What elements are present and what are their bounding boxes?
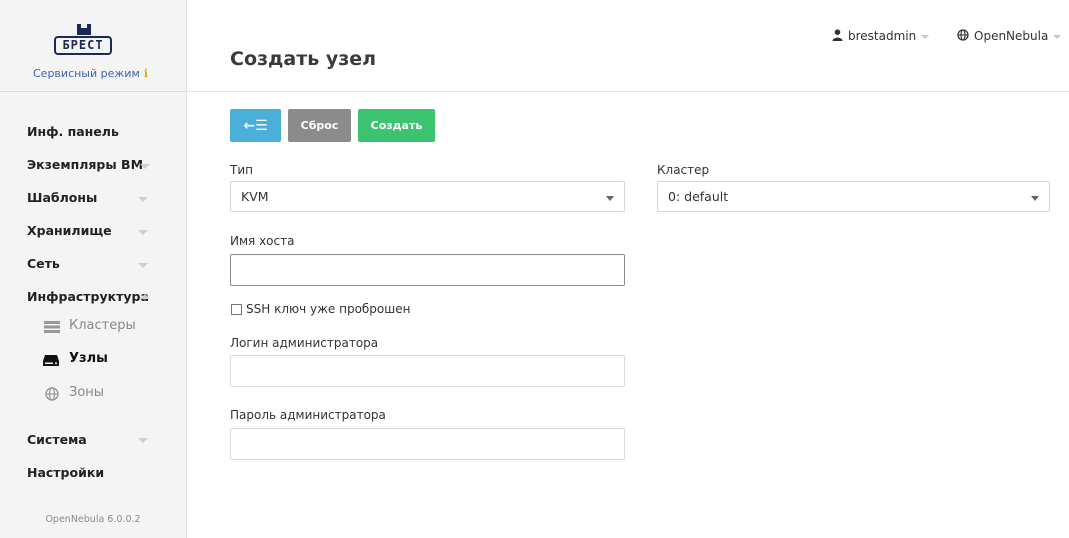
type-label: Тип: [230, 163, 253, 177]
sidebar-divider: [0, 91, 186, 92]
globe-icon: [957, 29, 969, 41]
logo-text: БРЕСТ: [54, 36, 112, 55]
info-icon[interactable]: ℹ: [144, 67, 148, 80]
user-icon: [832, 29, 843, 41]
sidebar: БРЕСТ Сервисный режим ℹ Инф. панель Экзем…: [0, 0, 187, 538]
sidebar-item-vms[interactable]: Экземпляры ВМ: [27, 157, 143, 172]
server-stack-icon: [44, 321, 60, 333]
zone-menu[interactable]: OpenNebula: [957, 29, 1062, 43]
service-mode-text: Сервисный режим: [33, 67, 140, 80]
service-mode-label[interactable]: Сервисный режим ℹ: [33, 67, 148, 80]
user-menu[interactable]: brestadmin: [832, 29, 930, 43]
sidebar-item-network[interactable]: Сеть: [27, 256, 60, 271]
cluster-select[interactable]: 0: default: [657, 181, 1050, 212]
sidebar-item-system[interactable]: Система: [27, 432, 87, 447]
host-drive-icon: [43, 355, 59, 366]
brest-logo[interactable]: БРЕСТ: [54, 24, 114, 64]
sidebar-item-zones[interactable]: Зоны: [69, 385, 104, 400]
cluster-select-value: 0: default: [668, 189, 729, 204]
cluster-label: Кластер: [657, 163, 710, 177]
chevron-down-icon[interactable]: [138, 230, 148, 235]
type-select[interactable]: KVM: [230, 181, 625, 212]
zone-name: OpenNebula: [974, 29, 1049, 43]
ssh-key-checkbox[interactable]: [231, 304, 242, 315]
admin-login-label: Логин администратора: [230, 336, 379, 350]
type-select-value: KVM: [241, 189, 269, 204]
sidebar-item-clusters[interactable]: Кластеры: [69, 318, 136, 333]
chevron-down-icon[interactable]: [138, 197, 148, 202]
header-divider: [187, 91, 1069, 92]
chevron-down-icon[interactable]: [138, 263, 148, 268]
sidebar-item-hosts[interactable]: Узлы: [69, 351, 108, 366]
admin-password-label: Пароль администратора: [230, 408, 386, 422]
logo-tower-icon: [77, 24, 91, 35]
chevron-down-icon: [606, 196, 614, 201]
sidebar-item-storage[interactable]: Хранилище: [27, 223, 112, 238]
username: brestadmin: [848, 29, 917, 43]
version-label: OpenNebula 6.0.0.2: [45, 514, 141, 525]
chevron-up-icon[interactable]: [140, 294, 150, 299]
globe-icon: [45, 387, 59, 401]
hostname-input[interactable]: [230, 254, 625, 286]
chevron-down-icon: [921, 34, 930, 39]
chevron-down-icon: [1031, 196, 1039, 201]
sidebar-item-infrastructure[interactable]: Инфраструктура: [27, 289, 149, 304]
back-to-list-button[interactable]: ←☰: [230, 109, 281, 142]
create-button[interactable]: Создать: [358, 109, 435, 142]
sidebar-item-settings[interactable]: Настройки: [27, 465, 104, 480]
sidebar-item-templates[interactable]: Шаблоны: [27, 190, 97, 205]
chevron-down-icon[interactable]: [140, 164, 150, 169]
reset-button[interactable]: Сброс: [288, 109, 351, 142]
hostname-label: Имя хоста: [230, 234, 295, 248]
page-title: Создать узел: [230, 48, 377, 70]
chevron-down-icon[interactable]: [138, 438, 148, 443]
chevron-down-icon: [1053, 34, 1062, 39]
admin-password-input[interactable]: [230, 428, 625, 460]
admin-login-input[interactable]: [230, 355, 625, 387]
ssh-key-checkbox-label[interactable]: SSH ключ уже проброшен: [246, 302, 410, 316]
sidebar-item-dashboard[interactable]: Инф. панель: [27, 124, 119, 139]
